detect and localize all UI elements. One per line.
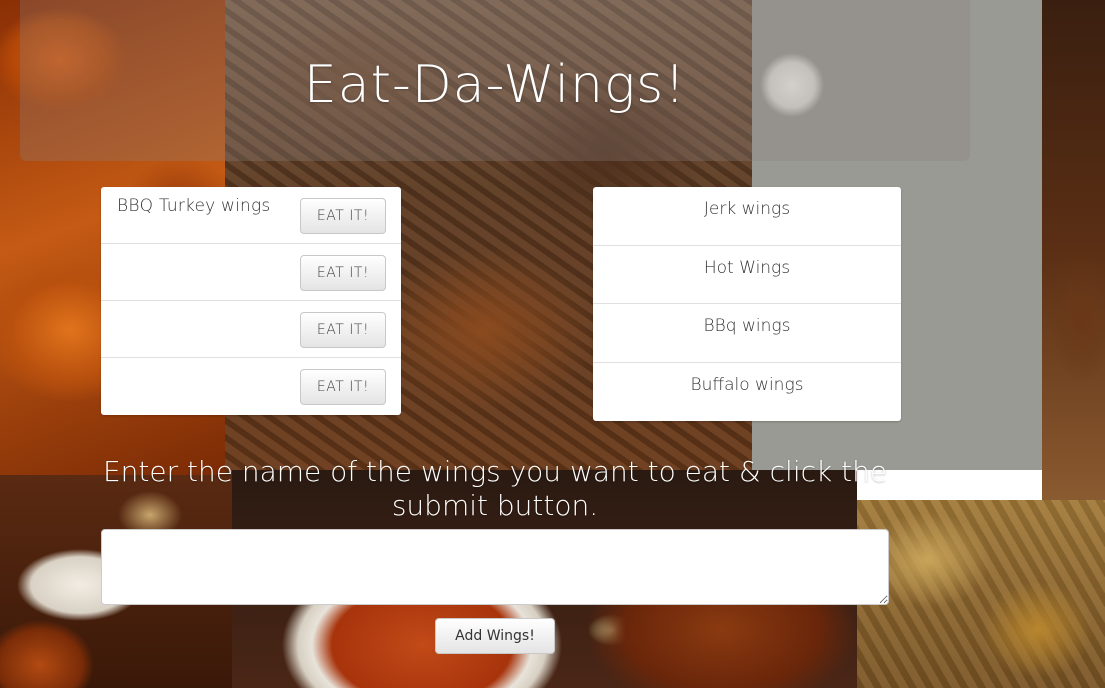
page-title: Eat-Da-Wings! (303, 55, 687, 115)
list-item: BBq wings (593, 304, 901, 363)
eat-it-button[interactable]: EAT IT! (300, 369, 386, 405)
wing-name: Hot Wings (703, 257, 791, 278)
eaten-wings-list: Jerk wings Hot Wings BBq wings Buffalo w… (593, 187, 901, 421)
list-item: EAT IT! (101, 301, 401, 358)
header-banner: Eat-Da-Wings! (20, 0, 970, 161)
background-photo (1042, 0, 1105, 500)
wing-name-input[interactable] (101, 529, 889, 605)
list-item: BBQ Turkey wings EAT IT! (101, 187, 401, 244)
list-item: Hot Wings (593, 246, 901, 304)
wing-name: Jerk wings (703, 199, 791, 219)
page: Eat-Da-Wings! BBQ Turkey wings EAT IT! E… (0, 0, 1105, 688)
list-item: Buffalo wings (593, 363, 901, 422)
add-wings-button[interactable]: Add Wings! (435, 618, 555, 654)
background-photo (857, 500, 1105, 688)
list-item: EAT IT! (101, 244, 401, 301)
uneaten-wings-list: BBQ Turkey wings EAT IT! EAT IT! EAT IT!… (101, 187, 401, 415)
form-instructions: Enter the name of the wings you want to … (102, 455, 888, 522)
wing-name: BBq wings (703, 316, 791, 336)
eat-it-button[interactable]: EAT IT! (300, 198, 386, 234)
list-item: Jerk wings (593, 187, 901, 246)
wing-name: Buffalo wings (690, 374, 804, 395)
eat-it-button[interactable]: EAT IT! (300, 312, 386, 348)
wing-name: BBQ Turkey wings (117, 196, 271, 216)
list-item: EAT IT! (101, 358, 401, 415)
eat-it-button[interactable]: EAT IT! (300, 255, 386, 291)
